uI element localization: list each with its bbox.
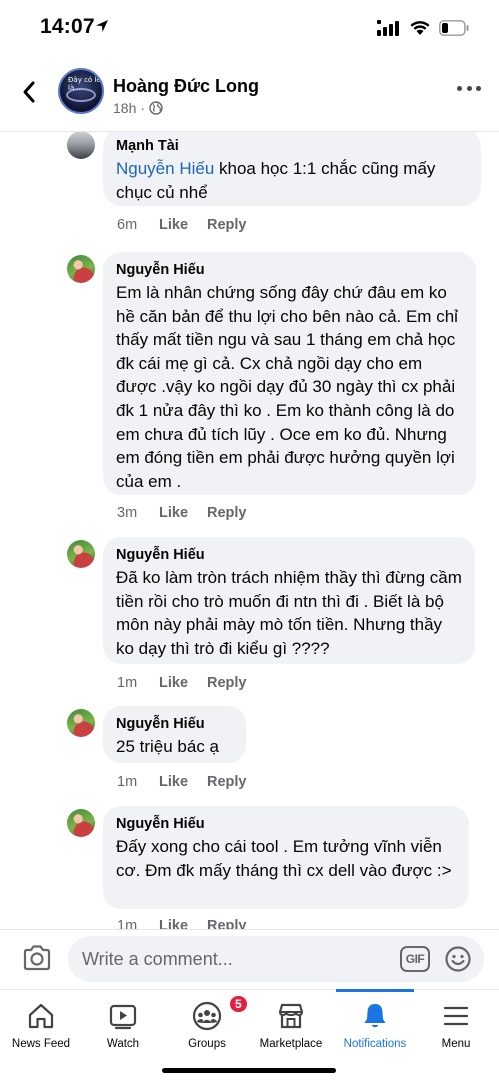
groups-badge: 5 <box>228 994 249 1014</box>
comment-bubble[interactable]: Nguyễn Hiếu Em là nhân chứng sống đây ch… <box>103 252 476 495</box>
reply-button[interactable]: Reply <box>207 675 247 691</box>
commenter-name[interactable]: Nguyễn Hiếu <box>116 261 463 279</box>
comment-bubble[interactable]: Nguyễn Hiếu Đã ko làm tròn trách nhiệm t… <box>103 537 475 664</box>
reply-button[interactable]: Reply <box>207 918 247 929</box>
globe-icon <box>149 101 163 115</box>
comment-text: Em là nhân chứng sống đây chứ đâu em ko … <box>116 283 458 491</box>
nav-label: Watch <box>106 1038 140 1050</box>
gif-button[interactable]: GIF <box>400 946 430 972</box>
bell-icon <box>364 1004 386 1028</box>
nav-label: Menu <box>441 1038 471 1050</box>
post-timestamp: 18h <box>113 100 137 116</box>
like-button[interactable]: Like <box>159 774 207 790</box>
back-button[interactable] <box>14 74 44 110</box>
commenter-avatar[interactable] <box>67 255 95 283</box>
home-indicator <box>162 1068 336 1073</box>
nav-label: Groups <box>188 1038 226 1050</box>
comment-input[interactable]: Write a comment... GIF <box>68 936 484 982</box>
nav-label: Marketplace <box>259 1038 323 1050</box>
comment-time: 1m <box>117 675 138 691</box>
commenter-name[interactable]: Nguyễn Hiếu <box>116 815 456 833</box>
home-icon <box>28 1003 54 1029</box>
wifi-icon <box>410 21 430 35</box>
like-button[interactable]: Like <box>159 675 207 691</box>
groups-icon <box>192 1001 222 1031</box>
more-options-button[interactable] <box>457 84 481 92</box>
comment-actions: 1m Like Reply <box>117 918 247 929</box>
chevron-left-icon <box>23 81 35 103</box>
comment-composer: Write a comment... GIF <box>0 929 499 989</box>
nav-label: News Feed <box>11 1038 71 1050</box>
comment-time: 3m <box>117 505 138 521</box>
menu-icon <box>443 1006 469 1026</box>
comment-list: Mạnh Tài Nguyễn Hiếu khoa học 1:1 chắc c… <box>0 132 499 929</box>
like-button[interactable]: Like <box>159 918 207 929</box>
post-author-name[interactable]: Hoàng Đức Long <box>113 76 259 97</box>
nav-notifications[interactable]: Notifications <box>336 990 414 1060</box>
emoji-icon[interactable] <box>444 945 472 973</box>
bottom-navigation: News Feed Watch 5 Groups Marketplace Not… <box>0 989 499 1080</box>
watch-icon <box>109 1004 137 1030</box>
comment-bubble[interactable]: Mạnh Tài Nguyễn Hiếu khoa học 1:1 chắc c… <box>103 132 481 206</box>
nav-watch[interactable]: Watch <box>92 990 154 1060</box>
nav-news-feed[interactable]: News Feed <box>8 990 74 1060</box>
comment-actions: 6m Like Reply <box>117 217 247 233</box>
location-arrow-icon <box>96 20 108 32</box>
commenter-name[interactable]: Nguyễn Hiếu <box>116 715 233 733</box>
nav-groups[interactable]: 5 Groups <box>176 990 249 1060</box>
commenter-name[interactable]: Nguyễn Hiếu <box>116 546 462 564</box>
comment-actions: 3m Like Reply <box>117 505 247 521</box>
status-time: 14:07 <box>40 15 95 38</box>
meta-separator: · <box>140 100 146 116</box>
nav-menu[interactable]: Menu <box>430 990 482 1060</box>
reply-button[interactable]: Reply <box>207 217 247 233</box>
cellular-signal-icon <box>377 20 399 36</box>
commenter-avatar[interactable] <box>67 809 95 837</box>
comment-actions: 1m Like Reply <box>117 774 247 790</box>
commenter-avatar[interactable] <box>67 540 95 568</box>
nav-label: Notifications <box>343 1038 407 1050</box>
battery-icon <box>439 20 469 36</box>
post-author-avatar[interactable]: Đây có lẽ là... <box>58 68 104 114</box>
commenter-avatar[interactable] <box>67 132 95 159</box>
camera-icon[interactable] <box>21 943 53 973</box>
comment-input-placeholder: Write a comment... <box>82 949 233 969</box>
marketplace-icon <box>278 1003 304 1029</box>
comment-text: Nguyễn Hiếu khoa học 1:1 chắc cũng mấy c… <box>116 157 468 204</box>
comment-bubble[interactable]: Nguyễn Hiếu 25 triệu bác ạ <box>103 706 246 763</box>
post-meta: 18h · <box>113 100 163 116</box>
status-bar: 14:07 <box>0 0 499 56</box>
comment-text: 25 triệu bác ạ <box>116 737 220 756</box>
comment-text: Đã ko làm tròn trách nhiệm thầy thì đừng… <box>116 568 462 658</box>
comment-mention[interactable]: Nguyễn Hiếu <box>116 159 214 178</box>
reply-button[interactable]: Reply <box>207 505 247 521</box>
post-header: Đây có lẽ là... Hoàng Đức Long 18h · <box>0 56 499 132</box>
commenter-avatar[interactable] <box>67 709 95 737</box>
comment-actions: 1m Like Reply <box>117 675 247 691</box>
nav-marketplace[interactable]: Marketplace <box>252 990 330 1060</box>
reply-button[interactable]: Reply <box>207 774 247 790</box>
comment-bubble[interactable]: Nguyễn Hiếu Đấy xong cho cái tool . Em t… <box>103 806 469 909</box>
like-button[interactable]: Like <box>159 217 207 233</box>
commenter-name[interactable]: Mạnh Tài <box>116 137 468 155</box>
comment-text: Đấy xong cho cái tool . Em tưởng vĩnh vi… <box>116 837 452 880</box>
like-button[interactable]: Like <box>159 505 207 521</box>
comment-time: 1m <box>117 774 138 790</box>
comment-time: 6m <box>117 217 138 233</box>
comment-time: 1m <box>117 918 138 929</box>
